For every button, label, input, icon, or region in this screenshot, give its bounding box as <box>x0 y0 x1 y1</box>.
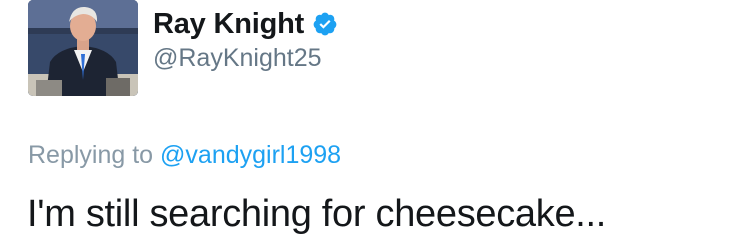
author-handle[interactable]: @RayKnight25 <box>153 44 322 73</box>
tweet-text: I'm still searching for cheesecake... <box>27 193 607 235</box>
profile-photo-icon <box>28 0 138 96</box>
reply-mention-link[interactable]: @vandygirl1998 <box>160 141 341 169</box>
display-name[interactable]: Ray Knight <box>153 8 304 41</box>
reply-context: Replying to @vandygirl1998 <box>28 141 341 170</box>
author-name-row: Ray Knight <box>153 4 338 44</box>
reply-prefix: Replying to <box>28 141 154 169</box>
verified-badge-icon <box>312 11 338 37</box>
avatar[interactable] <box>28 0 138 96</box>
